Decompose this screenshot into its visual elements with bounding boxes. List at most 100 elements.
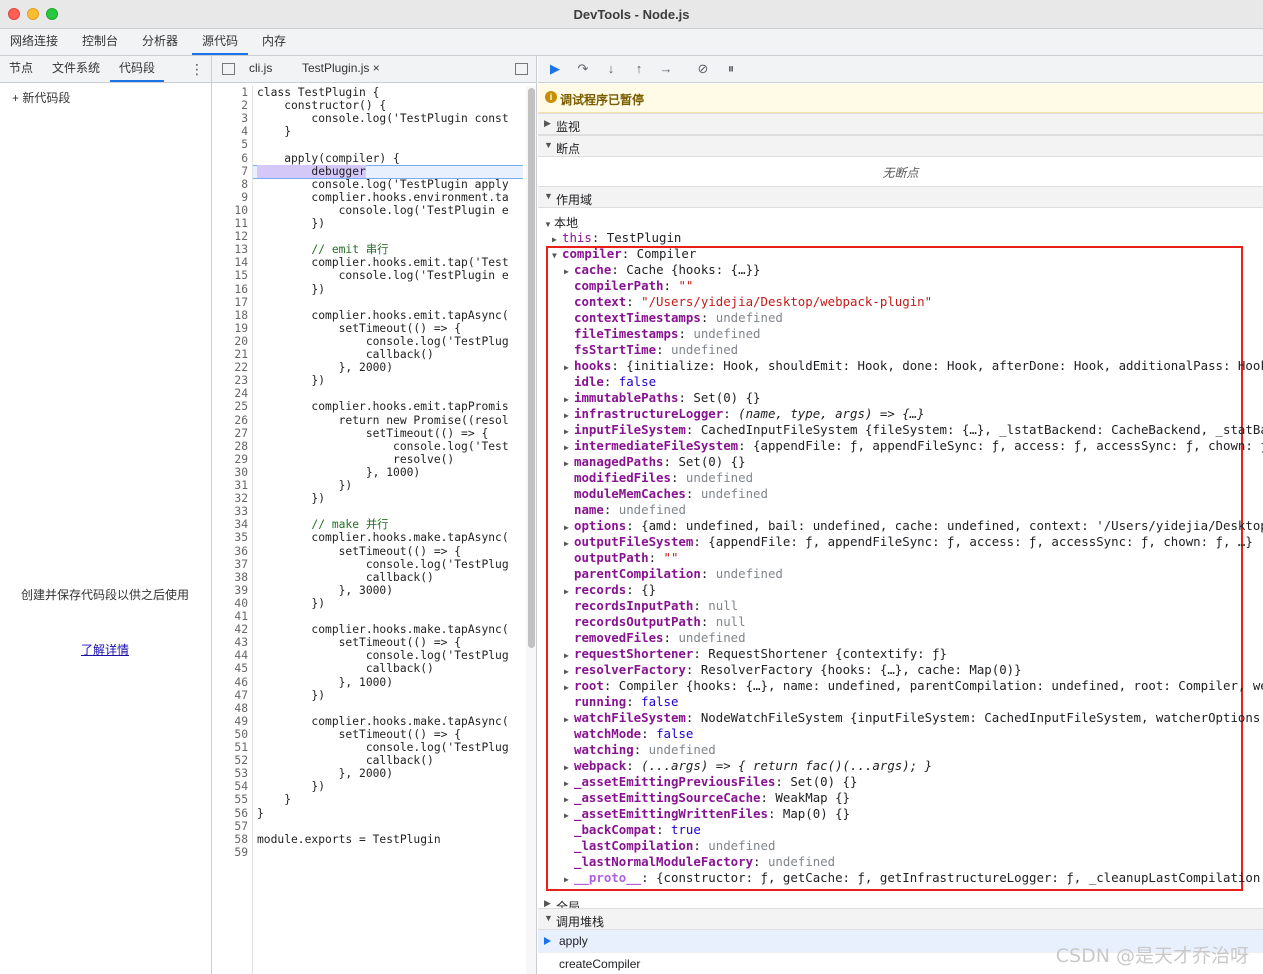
line-number[interactable]: 45 [234, 662, 248, 675]
line-number[interactable]: 49 [234, 715, 248, 728]
line-number[interactable]: 22 [234, 361, 248, 374]
scope-property-row[interactable]: fileTimestamps: undefined [564, 326, 761, 342]
line-number[interactable]: 30 [234, 466, 248, 479]
line-number[interactable]: 1 [241, 86, 248, 99]
line-number[interactable]: 58 [234, 833, 248, 846]
toggle-navigator-icon[interactable] [222, 63, 235, 75]
line-number[interactable]: 28 [234, 440, 248, 453]
line-number[interactable]: 50 [234, 728, 248, 741]
scope-property-row[interactable]: ▶ hooks: {initialize: Hook, shouldEmit: H… [564, 358, 1263, 376]
line-number[interactable]: 16 [234, 283, 248, 296]
editor-scrollbar[interactable] [526, 86, 536, 974]
resume-icon[interactable]: ▶ [547, 61, 563, 77]
line-number[interactable]: 31 [234, 479, 248, 492]
scope-property-row[interactable]: _lastNormalModuleFactory: undefined [564, 854, 835, 870]
line-number[interactable]: 57 [234, 820, 248, 833]
tab-console[interactable]: 控制台 [72, 29, 128, 55]
step-over-icon[interactable]: ↷ [575, 61, 591, 77]
scope-property-row[interactable]: recordsOutputPath: null [564, 614, 746, 630]
scope-property-row[interactable]: parentCompilation: undefined [564, 566, 783, 582]
line-number[interactable]: 29 [234, 453, 248, 466]
line-number[interactable]: 32 [234, 492, 248, 505]
line-number[interactable]: 15 [234, 269, 248, 282]
watch-section-header[interactable]: ▶ 监视 [538, 113, 1263, 135]
line-number[interactable]: 5 [241, 138, 248, 151]
scope-property-row[interactable]: contextTimestamps: undefined [564, 310, 783, 326]
step-out-icon[interactable]: ↑ [631, 61, 647, 77]
line-number[interactable]: 24 [234, 387, 248, 400]
breakpoints-section-header[interactable]: ▼ 断点 [538, 135, 1263, 157]
scope-section-header[interactable]: ▼ 作用域 [538, 186, 1263, 208]
tab-memory[interactable]: 内存 [252, 29, 296, 55]
line-number[interactable]: 10 [234, 204, 248, 217]
line-number[interactable]: 20 [234, 335, 248, 348]
scope-property-row[interactable]: watchMode: false [564, 726, 693, 742]
line-number[interactable]: 4 [241, 125, 248, 138]
local-scope-header[interactable]: ▼ 本地 [544, 214, 578, 231]
scope-property-row[interactable]: fsStartTime: undefined [564, 342, 738, 358]
new-snippet-button[interactable]: + 新代码段 [12, 89, 70, 106]
scope-property-row[interactable]: name: undefined [564, 502, 686, 518]
line-number[interactable]: 41 [234, 610, 248, 623]
scope-property-row[interactable]: outputPath: "" [564, 550, 678, 566]
line-number[interactable]: 48 [234, 702, 248, 715]
more-options-icon[interactable]: ⋮ [190, 61, 204, 77]
line-number[interactable]: 51 [234, 741, 248, 754]
line-number[interactable]: 44 [234, 649, 248, 662]
line-number[interactable]: 54 [234, 780, 248, 793]
line-number[interactable]: 34 [234, 518, 248, 531]
scope-property-row[interactable]: running: false [564, 694, 678, 710]
line-number[interactable]: 3 [241, 112, 248, 125]
line-number[interactable]: 27 [234, 427, 248, 440]
line-number[interactable]: 11 [234, 217, 248, 230]
pause-on-exceptions-icon[interactable]: ⏸ [723, 61, 739, 77]
line-gutter[interactable]: 1 2 3 4 5 6 7 8 9 10 11 12 13 14 15 16 17 18 19 20 21 22 23 24 2… [212, 86, 253, 974]
learn-more-link[interactable]: 了解详情 [0, 641, 210, 658]
line-number[interactable]: 52 [234, 754, 248, 767]
line-number[interactable]: 47 [234, 689, 248, 702]
line-number[interactable]: 8 [241, 178, 248, 191]
scope-property-row[interactable]: watching: undefined [564, 742, 716, 758]
tab-profiler[interactable]: 分析器 [132, 29, 188, 55]
line-number[interactable]: 35 [234, 531, 248, 544]
code-area[interactable]: 1 2 3 4 5 6 7 8 9 10 11 12 13 14 15 16 17 18 19 20 21 22 23 24 2… [212, 86, 526, 974]
line-number[interactable]: 53 [234, 767, 248, 780]
line-number[interactable]: 46 [234, 676, 248, 689]
scope-property-row[interactable]: context: "/Users/yidejia/Desktop/webpack… [564, 294, 932, 310]
line-number[interactable]: 56 [234, 807, 248, 820]
scope-property-row[interactable]: _backCompat: true [564, 822, 701, 838]
line-number[interactable]: 55 [234, 793, 248, 806]
scope-property-row[interactable]: modifiedFiles: undefined [564, 470, 753, 486]
line-number[interactable]: 43 [234, 636, 248, 649]
scope-property-row[interactable]: ▶ __proto__: {constructor: ƒ, getCache: ƒ… [564, 870, 1263, 888]
deactivate-breakpoints-icon[interactable]: ⊘ [695, 61, 711, 77]
line-number[interactable]: 6 [241, 152, 248, 165]
line-number[interactable]: 18 [234, 309, 248, 322]
line-number[interactable]: 33 [234, 505, 248, 518]
line-number[interactable]: 9 [241, 191, 248, 204]
tab-snippets[interactable]: 代码段 [110, 56, 165, 82]
scope-property-row[interactable]: recordsInputPath: null [564, 598, 738, 614]
line-number[interactable]: 37 [234, 558, 248, 571]
toggle-debugger-icon[interactable] [515, 63, 528, 75]
line-number[interactable]: 38 [234, 571, 248, 584]
callstack-section-header[interactable]: ▼ 调用堆栈 [538, 908, 1263, 930]
line-number[interactable]: 25 [234, 400, 248, 413]
line-number[interactable]: 19 [234, 322, 248, 335]
line-number[interactable]: 23 [234, 374, 248, 387]
tab-sources[interactable]: 源代码 [192, 29, 249, 55]
line-number[interactable]: 2 [241, 99, 248, 112]
line-number[interactable]: 13 [234, 243, 248, 256]
scope-property-row[interactable]: removedFiles: undefined [564, 630, 746, 646]
line-number[interactable]: 12 [234, 230, 248, 243]
scope-property-row[interactable]: _lastCompilation: undefined [564, 838, 775, 854]
line-number[interactable]: 7 [241, 165, 248, 178]
tab-node[interactable]: 节点 [0, 56, 42, 82]
line-number[interactable]: 42 [234, 623, 248, 636]
step-into-icon[interactable]: ↓ [603, 61, 619, 77]
line-number[interactable]: 40 [234, 597, 248, 610]
line-number[interactable]: 17 [234, 296, 248, 309]
editor-tab-cli[interactable]: cli.js [249, 56, 272, 82]
line-number[interactable]: 21 [234, 348, 248, 361]
tab-filesystem[interactable]: 文件系统 [43, 56, 109, 82]
